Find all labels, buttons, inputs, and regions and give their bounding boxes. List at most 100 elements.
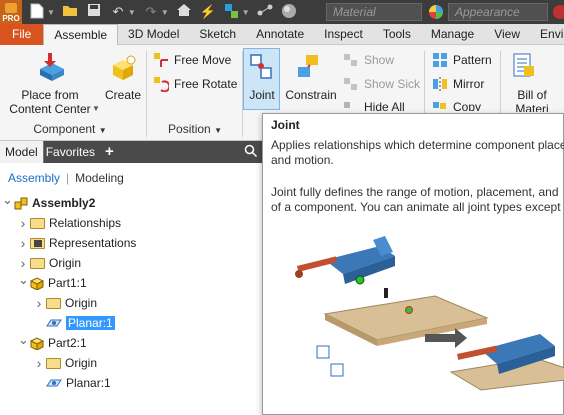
app-menu-icon[interactable]: PRO: [0, 0, 22, 24]
part-icon: [29, 336, 45, 351]
ribbon-separator: [146, 51, 147, 137]
part-icon: [29, 276, 45, 291]
material-dropdown[interactable]: Material: [326, 3, 422, 21]
representations-icon: [30, 237, 45, 249]
panel-position-label[interactable]: Position ▼: [160, 122, 230, 136]
tree-item[interactable]: › Relationships: [18, 213, 121, 233]
tooltip-detail-line: of a component. You can animate all join…: [271, 200, 561, 214]
free-move-button[interactable]: Free Move: [174, 53, 231, 67]
tab-assemble[interactable]: Assemble: [43, 24, 119, 45]
joint-origin-marker: [355, 275, 365, 285]
tab-sketch[interactable]: Sketch: [189, 24, 246, 45]
expand-chevron-icon[interactable]: ›: [18, 255, 28, 271]
undo-icon[interactable]: ↶: [109, 3, 127, 21]
expand-chevron-icon[interactable]: ›: [34, 295, 44, 311]
joint-label: Joint: [249, 88, 275, 102]
material-sphere-icon: [280, 3, 298, 21]
constrain-button[interactable]: Constrain: [284, 88, 338, 102]
tab-model[interactable]: Model: [0, 141, 43, 163]
free-rotate-button[interactable]: Free Rotate: [174, 77, 237, 91]
joint-cube-icon: [330, 363, 344, 377]
tab-annotate[interactable]: Annotate: [246, 24, 314, 45]
tree-item-label: Origin: [49, 256, 82, 270]
tooltip-description-line: Applies relationships which determine co…: [271, 138, 564, 152]
collapse-chevron-icon[interactable]: ⌄: [18, 272, 29, 288]
assembly-link[interactable]: Assembly: [8, 171, 60, 185]
measure-icon[interactable]: [256, 3, 274, 21]
save-icon[interactable]: [85, 3, 103, 21]
show-icon: [343, 53, 359, 70]
expand-chevron-icon[interactable]: ›: [18, 215, 28, 231]
tab-inspect[interactable]: Inspect: [314, 24, 373, 45]
inventor-window: PRO ▼ ↶ ▼ ↷ ▼ ⚡ ▼ Material Appearance File…: [0, 0, 564, 415]
appearance-color-icon: [428, 4, 444, 23]
tab-environments[interactable]: Enviro: [530, 24, 564, 45]
pattern-button[interactable]: Pattern: [453, 53, 492, 67]
tab-3d-model[interactable]: 3D Model: [118, 24, 189, 45]
modeling-link[interactable]: Modeling: [75, 171, 124, 185]
expand-chevron-icon[interactable]: ›: [18, 235, 28, 251]
tree-item[interactable]: › Origin: [18, 253, 81, 273]
vise-handle: [295, 270, 303, 278]
clear-appearance-icon[interactable]: [552, 4, 564, 20]
create-component-icon: [109, 55, 137, 86]
tree-item-label: Relationships: [49, 216, 122, 230]
place-from-content-center-button[interactable]: Place from Content Center: [6, 88, 94, 116]
panel-component-text: Component: [33, 122, 96, 136]
appearance-dropdown[interactable]: Appearance: [448, 3, 548, 21]
expand-chevron-icon[interactable]: ›: [34, 355, 44, 371]
folder-icon: [30, 217, 45, 229]
tooltip-description-line: and motion.: [271, 153, 334, 167]
new-file-icon[interactable]: [28, 3, 46, 21]
tree-item[interactable]: › Origin: [34, 353, 97, 373]
mirror-icon: [432, 76, 448, 95]
tree-item[interactable]: › Representations: [18, 233, 137, 253]
mirror-button[interactable]: Mirror: [453, 77, 484, 91]
hide-all-button[interactable]: Hide All: [364, 100, 405, 111]
collapse-chevron-icon[interactable]: ⌄: [2, 192, 13, 208]
tree-item[interactable]: Planar:1: [34, 373, 111, 393]
create-button[interactable]: Create: [104, 88, 142, 102]
tab-favorites[interactable]: Favorites: [42, 141, 100, 163]
update-icon[interactable]: ⚡: [199, 3, 217, 21]
place-content-center-icon: [36, 51, 68, 88]
show-sick-button[interactable]: Show Sick: [364, 77, 420, 91]
open-folder-icon[interactable]: [61, 3, 79, 21]
joint-tooltip: Joint Applies relationships which determ…: [262, 113, 564, 415]
bill-of-materials-button[interactable]: Bill of Materi: [502, 88, 562, 112]
material-placeholder: Material: [333, 5, 376, 19]
copy-icon: [432, 100, 448, 114]
panel-component-label[interactable]: Component ▼: [30, 122, 110, 136]
tree-item[interactable]: › Origin: [34, 293, 97, 313]
tree-item[interactable]: ⌄ Part2:1: [18, 332, 87, 353]
place-dropdown-arrow-icon[interactable]: ▼: [92, 104, 100, 113]
add-tab-button[interactable]: +: [100, 141, 119, 163]
copy-button[interactable]: Copy: [453, 100, 481, 111]
quick-access-toolbar: PRO ▼ ↶ ▼ ↷ ▼ ⚡ ▼ Material Appearance: [0, 0, 564, 24]
tab-file[interactable]: File: [0, 24, 44, 45]
show-button[interactable]: Show: [364, 53, 394, 67]
tree-item[interactable]: ⌄ Assembly2: [2, 192, 95, 213]
browser-mode-links: Assembly | Modeling: [0, 163, 262, 193]
redo-icon[interactable]: ↷: [142, 3, 160, 21]
panel-position-text: Position: [168, 122, 211, 136]
select-filter-icon[interactable]: [223, 3, 241, 21]
collapse-chevron-icon[interactable]: ⌄: [18, 332, 29, 348]
tab-view[interactable]: View: [484, 24, 530, 45]
search-icon[interactable]: [244, 144, 260, 160]
tab-tools[interactable]: Tools: [373, 24, 421, 45]
tree-item[interactable]: ⌄ Part1:1: [18, 272, 87, 293]
home-icon[interactable]: [175, 3, 193, 21]
tab-manage[interactable]: Manage: [421, 24, 484, 45]
app-badge: PRO: [2, 14, 20, 23]
show-sick-icon: [343, 77, 359, 94]
tree-item-label: Part1:1: [48, 276, 87, 290]
tree-item[interactable]: Planar:1: [34, 313, 115, 333]
link-divider: |: [66, 171, 70, 185]
tree-item-label: Planar:1: [66, 376, 111, 390]
tooltip-title: Joint: [271, 118, 300, 132]
planar-joint-icon: [46, 317, 62, 330]
tree-item-label: Planar:1: [66, 316, 115, 330]
ribbon-tabs: File Assemble 3D Model Sketch Annotate I…: [0, 24, 564, 45]
joint-cube-icon: [316, 345, 330, 359]
